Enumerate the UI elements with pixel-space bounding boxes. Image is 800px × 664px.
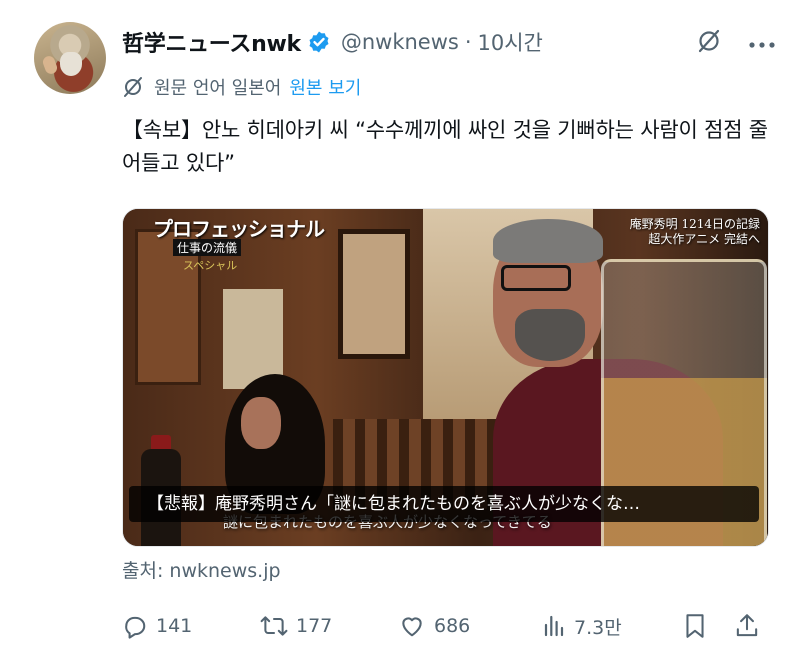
verified-badge-icon[interactable] xyxy=(307,30,331,54)
tweet-actions: 141 177 686 7.3만 xyxy=(122,606,770,646)
scene-glasses xyxy=(501,265,571,291)
share-icon xyxy=(736,614,758,637)
retweet-button[interactable]: 177 xyxy=(260,613,332,639)
bookmark-icon xyxy=(686,614,704,638)
like-button[interactable]: 686 xyxy=(398,613,470,639)
more-dots-icon[interactable] xyxy=(748,34,776,53)
avatar-beard xyxy=(60,52,82,76)
corner-tag-line2: 超大作アニメ 完結へ xyxy=(648,232,760,246)
show-original-link[interactable]: 원본 보기 xyxy=(289,74,361,100)
views-button[interactable]: 7.3만 xyxy=(542,613,622,640)
author-handle[interactable]: @nwknews xyxy=(341,30,459,54)
tweet-header: 哲学ニュースnwk @nwknews · 10시간 xyxy=(122,24,543,60)
translation-notice-text: 원문 언어 일본어 xyxy=(154,78,282,99)
scene-man-hair xyxy=(493,219,603,263)
bookmark-button[interactable] xyxy=(682,612,716,640)
media-caption: 【悲報】庵野秀明さん「謎に包まれたものを喜ぶ人が少なくな… xyxy=(129,486,759,522)
source-line: 출처: nwknews.jp xyxy=(122,560,281,582)
corner-tag-line1: 庵野秀明 1214日の記録 xyxy=(629,217,760,231)
program-corner-tag: 庵野秀明 1214日の記録 超大作アニメ 完結へ xyxy=(630,217,760,247)
reply-icon xyxy=(125,616,146,639)
author-display-name[interactable]: 哲学ニュースnwk xyxy=(122,26,301,58)
header-actions xyxy=(696,28,776,58)
program-logo-sub: 仕事の流儀 xyxy=(173,239,242,256)
program-logo: プロフェッショナル xyxy=(153,217,325,241)
program-logo-sub2: スペシャル xyxy=(183,259,238,272)
retweet-count: 177 xyxy=(296,615,333,637)
heart-icon xyxy=(402,617,422,637)
views-count: 7.3만 xyxy=(574,616,622,639)
header-separator: · xyxy=(464,30,472,54)
tweet-media-image[interactable]: プロフェッショナル 仕事の流儀 スペシャル 庵野秀明 1214日の記録 超大作ア… xyxy=(122,208,769,547)
tweet-timestamp[interactable]: 10시간 xyxy=(478,27,543,57)
scene-frame xyxy=(338,229,410,359)
reply-count: 141 xyxy=(156,615,193,637)
translation-notice: 원문 언어 일본어 원본 보기 xyxy=(122,74,361,100)
like-count: 686 xyxy=(434,615,471,637)
translate-slash-icon xyxy=(122,76,144,98)
reply-button[interactable]: 141 xyxy=(122,613,192,639)
author-avatar[interactable] xyxy=(34,22,106,94)
avatar-hand xyxy=(41,54,59,76)
scene-man-beard xyxy=(515,309,585,361)
translate-slash-icon[interactable] xyxy=(696,28,722,58)
share-button[interactable] xyxy=(734,612,768,640)
tweet-text: 【속보】안노 히데아키 씨 “수수께끼에 싸인 것을 기뻐하는 사람이 점점 줄… xyxy=(122,118,768,175)
views-bar-icon xyxy=(544,615,564,637)
retweet-icon xyxy=(260,616,288,636)
scene-woman-face xyxy=(241,397,281,449)
